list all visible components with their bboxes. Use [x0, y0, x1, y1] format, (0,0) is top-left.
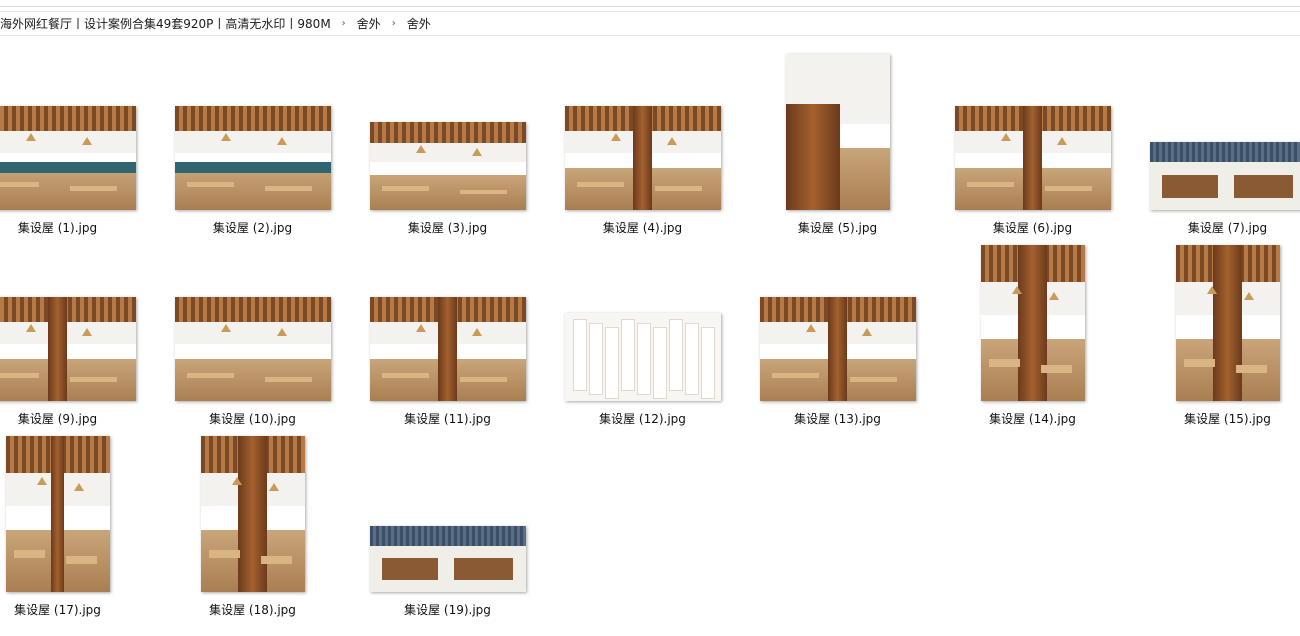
image-thumbnail[interactable] — [980, 245, 1085, 401]
image-thumbnail[interactable] — [759, 297, 916, 401]
file-name[interactable]: 集设屋 (10).jpg — [155, 410, 350, 427]
image-thumbnail[interactable] — [564, 106, 721, 210]
image-thumbnail[interactable] — [174, 106, 331, 210]
image-thumbnail[interactable] — [954, 106, 1111, 210]
file-name[interactable]: 集设屋 (19).jpg — [350, 601, 545, 618]
file-name[interactable]: 集设屋 (17).jpg — [0, 601, 155, 618]
image-thumbnail[interactable] — [200, 436, 305, 592]
image-thumbnail[interactable] — [785, 54, 890, 210]
file-name[interactable]: 集设屋 (11).jpg — [350, 410, 545, 427]
image-thumbnail[interactable] — [1175, 245, 1280, 401]
image-thumbnail[interactable] — [369, 122, 526, 210]
file-name[interactable]: 集设屋 (3).jpg — [350, 219, 545, 236]
file-name[interactable]: 集设屋 (12).jpg — [545, 410, 740, 427]
file-name[interactable]: 集设屋 (1).jpg — [0, 219, 155, 236]
image-thumbnail[interactable] — [0, 297, 136, 401]
file-name[interactable]: 集设屋 (9).jpg — [0, 410, 155, 427]
image-thumbnail[interactable] — [0, 106, 136, 210]
image-thumbnail[interactable] — [1149, 142, 1300, 210]
file-name[interactable]: 集设屋 (13).jpg — [740, 410, 935, 427]
file-name[interactable]: 集设屋 (4).jpg — [545, 219, 740, 236]
file-grid: 集设屋 (1).jpg 集设屋 (2).jpg 集设屋 (3).jpg 集设屋 (4)… — [0, 0, 1300, 636]
file-name[interactable]: 集设屋 (15).jpg — [1130, 410, 1300, 427]
file-name[interactable]: 集设屋 (2).jpg — [155, 219, 350, 236]
file-name[interactable]: 集设屋 (5).jpg — [740, 219, 935, 236]
image-thumbnail[interactable] — [5, 436, 110, 592]
image-thumbnail[interactable] — [369, 526, 526, 592]
file-name[interactable]: 集设屋 (18).jpg — [155, 601, 350, 618]
file-name[interactable]: 集设屋 (6).jpg — [935, 219, 1130, 236]
file-name[interactable]: 集设屋 (14).jpg — [935, 410, 1130, 427]
image-thumbnail[interactable] — [564, 313, 721, 401]
file-name[interactable]: 集设屋 (7).jpg — [1130, 219, 1300, 236]
image-thumbnail[interactable] — [369, 297, 526, 401]
image-thumbnail[interactable] — [174, 297, 331, 401]
